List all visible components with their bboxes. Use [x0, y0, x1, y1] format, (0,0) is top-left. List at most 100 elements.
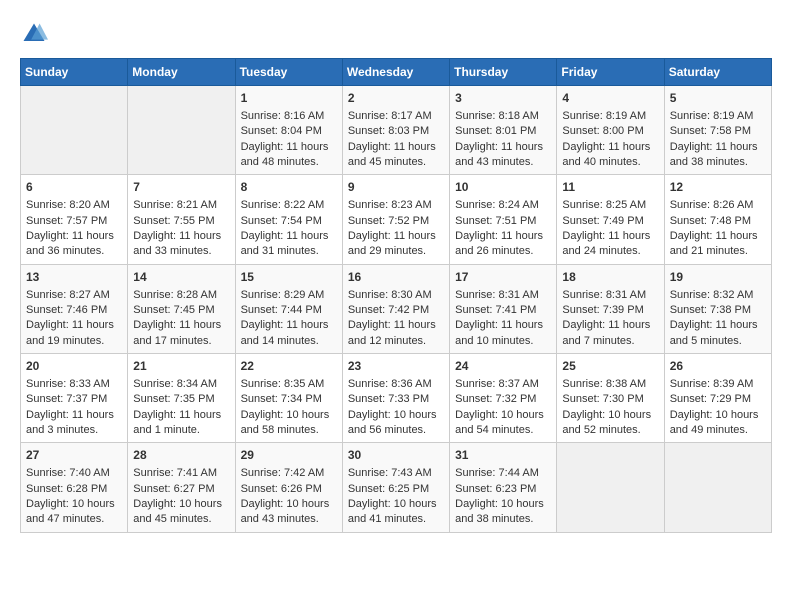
day-info: Daylight: 11 hours and 40 minutes. — [562, 140, 658, 171]
day-info: Sunset: 7:44 PM — [241, 303, 337, 318]
day-info: Daylight: 10 hours and 41 minutes. — [348, 497, 444, 528]
calendar-cell: 12Sunrise: 8:26 AMSunset: 7:48 PMDayligh… — [664, 175, 771, 264]
day-info: Sunrise: 8:36 AM — [348, 377, 444, 392]
calendar-week-row: 13Sunrise: 8:27 AMSunset: 7:46 PMDayligh… — [21, 264, 772, 353]
day-info: Sunset: 8:03 PM — [348, 124, 444, 139]
day-info: Sunrise: 8:27 AM — [26, 288, 122, 303]
day-info: Sunrise: 8:20 AM — [26, 198, 122, 213]
day-number: 25 — [562, 358, 658, 375]
day-number: 10 — [455, 179, 551, 196]
calendar-cell: 3Sunrise: 8:18 AMSunset: 8:01 PMDaylight… — [450, 86, 557, 175]
calendar-week-row: 27Sunrise: 7:40 AMSunset: 6:28 PMDayligh… — [21, 443, 772, 532]
day-info: Sunset: 7:35 PM — [133, 392, 229, 407]
day-number: 19 — [670, 269, 766, 286]
day-info: Daylight: 11 hours and 17 minutes. — [133, 318, 229, 349]
calendar-cell: 4Sunrise: 8:19 AMSunset: 8:00 PMDaylight… — [557, 86, 664, 175]
day-info: Sunrise: 8:26 AM — [670, 198, 766, 213]
calendar-cell: 20Sunrise: 8:33 AMSunset: 7:37 PMDayligh… — [21, 354, 128, 443]
day-of-week-header: Wednesday — [342, 59, 449, 86]
day-of-week-header: Tuesday — [235, 59, 342, 86]
page-header — [20, 20, 772, 48]
day-info: Sunrise: 8:30 AM — [348, 288, 444, 303]
calendar-header-row: SundayMondayTuesdayWednesdayThursdayFrid… — [21, 59, 772, 86]
day-info: Sunset: 7:30 PM — [562, 392, 658, 407]
day-info: Daylight: 11 hours and 19 minutes. — [26, 318, 122, 349]
day-info: Sunrise: 8:38 AM — [562, 377, 658, 392]
day-info: Sunset: 6:26 PM — [241, 482, 337, 497]
day-number: 8 — [241, 179, 337, 196]
day-info: Sunrise: 8:19 AM — [562, 109, 658, 124]
day-info: Sunset: 6:27 PM — [133, 482, 229, 497]
day-number: 16 — [348, 269, 444, 286]
calendar-cell: 31Sunrise: 7:44 AMSunset: 6:23 PMDayligh… — [450, 443, 557, 532]
calendar-cell — [557, 443, 664, 532]
day-info: Sunset: 7:41 PM — [455, 303, 551, 318]
calendar-cell: 2Sunrise: 8:17 AMSunset: 8:03 PMDaylight… — [342, 86, 449, 175]
day-number: 9 — [348, 179, 444, 196]
calendar-cell: 7Sunrise: 8:21 AMSunset: 7:55 PMDaylight… — [128, 175, 235, 264]
day-info: Daylight: 11 hours and 14 minutes. — [241, 318, 337, 349]
calendar-cell: 25Sunrise: 8:38 AMSunset: 7:30 PMDayligh… — [557, 354, 664, 443]
day-info: Sunset: 7:49 PM — [562, 214, 658, 229]
day-info: Sunset: 7:54 PM — [241, 214, 337, 229]
calendar-cell: 22Sunrise: 8:35 AMSunset: 7:34 PMDayligh… — [235, 354, 342, 443]
day-info: Sunrise: 8:28 AM — [133, 288, 229, 303]
day-info: Sunrise: 8:39 AM — [670, 377, 766, 392]
day-info: Daylight: 11 hours and 24 minutes. — [562, 229, 658, 260]
day-info: Sunset: 7:57 PM — [26, 214, 122, 229]
calendar-cell: 18Sunrise: 8:31 AMSunset: 7:39 PMDayligh… — [557, 264, 664, 353]
day-number: 7 — [133, 179, 229, 196]
day-info: Sunrise: 8:29 AM — [241, 288, 337, 303]
day-info: Daylight: 11 hours and 21 minutes. — [670, 229, 766, 260]
day-info: Sunrise: 8:22 AM — [241, 198, 337, 213]
day-of-week-header: Saturday — [664, 59, 771, 86]
day-number: 27 — [26, 447, 122, 464]
day-info: Sunset: 6:28 PM — [26, 482, 122, 497]
day-info: Sunrise: 8:31 AM — [562, 288, 658, 303]
day-info: Sunset: 7:33 PM — [348, 392, 444, 407]
day-info: Daylight: 10 hours and 56 minutes. — [348, 408, 444, 439]
day-info: Sunset: 7:38 PM — [670, 303, 766, 318]
day-info: Daylight: 11 hours and 5 minutes. — [670, 318, 766, 349]
day-info: Daylight: 11 hours and 3 minutes. — [26, 408, 122, 439]
day-number: 17 — [455, 269, 551, 286]
day-info: Sunset: 7:55 PM — [133, 214, 229, 229]
day-number: 11 — [562, 179, 658, 196]
day-info: Sunset: 7:45 PM — [133, 303, 229, 318]
day-info: Sunrise: 8:19 AM — [670, 109, 766, 124]
day-info: Daylight: 11 hours and 31 minutes. — [241, 229, 337, 260]
day-info: Sunrise: 8:21 AM — [133, 198, 229, 213]
calendar-cell: 28Sunrise: 7:41 AMSunset: 6:27 PMDayligh… — [128, 443, 235, 532]
day-info: Sunset: 7:51 PM — [455, 214, 551, 229]
day-number: 26 — [670, 358, 766, 375]
logo-icon — [20, 20, 48, 48]
day-number: 20 — [26, 358, 122, 375]
calendar-cell: 29Sunrise: 7:42 AMSunset: 6:26 PMDayligh… — [235, 443, 342, 532]
day-info: Sunrise: 7:43 AM — [348, 466, 444, 481]
calendar-table: SundayMondayTuesdayWednesdayThursdayFrid… — [20, 58, 772, 533]
day-info: Sunset: 6:25 PM — [348, 482, 444, 497]
day-number: 15 — [241, 269, 337, 286]
day-info: Sunset: 7:32 PM — [455, 392, 551, 407]
day-info: Daylight: 11 hours and 10 minutes. — [455, 318, 551, 349]
calendar-week-row: 6Sunrise: 8:20 AMSunset: 7:57 PMDaylight… — [21, 175, 772, 264]
calendar-cell: 1Sunrise: 8:16 AMSunset: 8:04 PMDaylight… — [235, 86, 342, 175]
day-of-week-header: Friday — [557, 59, 664, 86]
day-info: Sunrise: 8:23 AM — [348, 198, 444, 213]
day-info: Sunrise: 8:33 AM — [26, 377, 122, 392]
calendar-cell — [128, 86, 235, 175]
day-info: Sunrise: 8:31 AM — [455, 288, 551, 303]
calendar-cell — [664, 443, 771, 532]
calendar-cell: 19 Sunrise: 8:32 AMSunset: 7:38 PMDayligh… — [664, 264, 771, 353]
day-info: Daylight: 11 hours and 7 minutes. — [562, 318, 658, 349]
day-info: Daylight: 10 hours and 58 minutes. — [241, 408, 337, 439]
day-number: 30 — [348, 447, 444, 464]
day-number: 3 — [455, 90, 551, 107]
day-info: Sunrise: 8:32 AM — [670, 288, 766, 303]
calendar-cell: 24Sunrise: 8:37 AMSunset: 7:32 PMDayligh… — [450, 354, 557, 443]
day-number: 22 — [241, 358, 337, 375]
day-number: 31 — [455, 447, 551, 464]
calendar-cell — [21, 86, 128, 175]
day-number: 29 — [241, 447, 337, 464]
day-info: Daylight: 11 hours and 48 minutes. — [241, 140, 337, 171]
